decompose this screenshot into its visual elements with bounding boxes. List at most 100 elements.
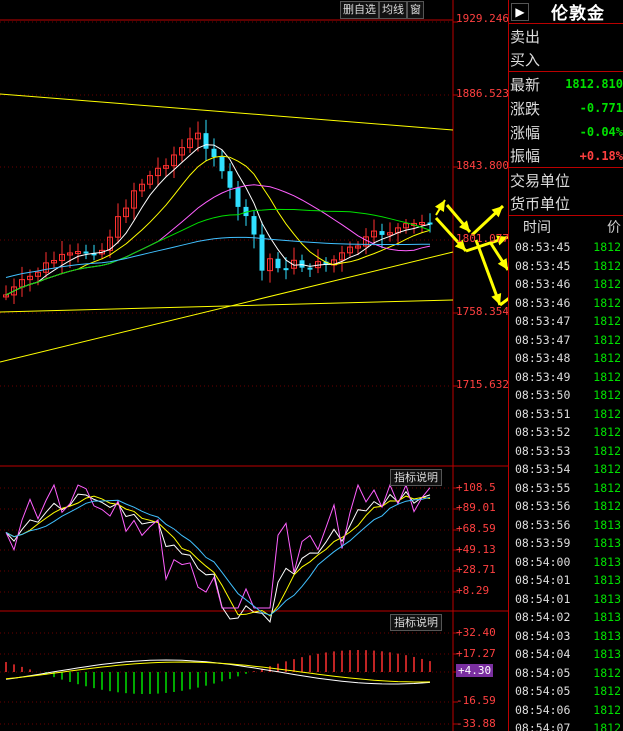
ticks-list[interactable]: 08:53:45 1812 08:53:45 1812 08:53:46 1812 08:5… — [509, 238, 623, 731]
tick-price: 1812 — [593, 388, 621, 403]
price-axis-label: 1801.077 — [456, 232, 509, 245]
tick-price: 1812 — [593, 462, 621, 477]
buy-label: 买入 — [510, 51, 541, 69]
quote-panel-header: ▶ 伦敦金 — [509, 0, 623, 24]
tick-row: 08:54:05 1812 — [509, 682, 623, 701]
indicator2-help-button[interactable]: 指标说明 — [390, 614, 442, 631]
tick-price: 1813 — [593, 591, 621, 606]
tick-row: 08:53:47 1812 — [509, 331, 623, 350]
tick-row: 08:54:01 1813 — [509, 590, 623, 609]
change-label: 涨跌 — [510, 99, 541, 118]
kdj-d-line — [5, 495, 431, 617]
candle-body — [283, 268, 289, 271]
latest-label: 最新 — [510, 75, 541, 94]
candle-body — [251, 216, 257, 235]
sell-row: 卖出 — [509, 24, 623, 48]
candle-body — [235, 187, 241, 207]
ma10-line — [5, 155, 431, 296]
tick-price: 1813 — [593, 628, 621, 643]
indicator2-current-label: +4.30 — [456, 664, 494, 677]
tick-row: 08:54:01 1813 — [509, 571, 623, 590]
tick-time: 08:53:46 — [515, 295, 571, 310]
tick-row: 08:53:47 1812 — [509, 312, 623, 331]
tick-row: 08:53:45 1812 — [509, 238, 623, 257]
tick-row: 08:54:03 1813 — [509, 627, 623, 646]
candle-body — [307, 267, 313, 270]
tick-time: 08:53:48 — [515, 351, 571, 366]
tick-time: 08:53:55 — [515, 480, 571, 495]
play-arrow-icon[interactable]: ▶ — [511, 2, 529, 21]
buy-row: 买入 — [509, 48, 623, 72]
tick-time: 08:54:05 — [515, 665, 571, 680]
tick-row: 08:53:51 1812 — [509, 405, 623, 424]
pct-value: -0.04% — [579, 125, 623, 139]
indicator1-axis-label: +8.29 — [456, 584, 490, 597]
trade-unit-label: 交易单位 — [510, 171, 571, 190]
tick-row: 08:54:04 1813 — [509, 645, 623, 664]
tick-time: 08:53:59 — [515, 536, 571, 551]
chart-area[interactable]: 删自选 均线 窗 1929.246 1886.523 1843.800 1801… — [0, 0, 509, 731]
pct-label: 涨幅 — [510, 123, 541, 142]
ma5-line — [5, 144, 431, 296]
tick-time: 08:54:03 — [515, 628, 571, 643]
latest-value: 1812.810 — [565, 77, 623, 91]
tick-time: 08:53:47 — [515, 332, 571, 347]
tick-time: 08:54:04 — [515, 647, 571, 662]
tick-row: 08:54:06 1812 — [509, 701, 623, 720]
tick-row: 08:54:07 1812 — [509, 719, 623, 731]
tick-time: 08:54:05 — [515, 684, 571, 699]
tick-price: 1813 — [593, 610, 621, 625]
tick-time: 08:53:45 — [515, 258, 571, 273]
candle-body — [83, 251, 89, 254]
tick-price: 1812 — [593, 684, 621, 699]
quote-panel: ▶ 伦敦金 卖出 买入 最新 1812.810 涨跌 -0.771 涨幅 -0.… — [508, 0, 623, 731]
tick-time: 08:53:49 — [515, 369, 571, 384]
tick-row: 08:53:53 1812 — [509, 442, 623, 461]
amp-row: 振幅 +0.18% — [509, 144, 623, 168]
tick-row: 08:53:48 1812 — [509, 349, 623, 368]
ticks-time-header: 时间 — [523, 220, 551, 236]
candle-body — [299, 260, 305, 268]
currency-unit-label: 货币单位 — [510, 195, 571, 213]
indicator1-axis-label: +68.59 — [456, 522, 496, 535]
tick-price: 1813 — [593, 536, 621, 551]
instrument-title: 伦敦金 — [551, 4, 605, 24]
tick-price: 1813 — [593, 517, 621, 532]
tick-time: 08:53:46 — [515, 277, 571, 292]
tick-row: 08:54:00 1813 — [509, 553, 623, 572]
indicator1-help-button[interactable]: 指标说明 — [390, 469, 442, 486]
tick-time: 08:53:56 — [515, 499, 571, 514]
tick-time: 08:54:01 — [515, 573, 571, 588]
tick-price: 1813 — [593, 554, 621, 569]
indicator2-axis-label: +17.27 — [456, 647, 496, 660]
tick-price: 1812 — [593, 499, 621, 514]
price-axis-label: 1715.632 — [456, 378, 509, 391]
candle-body — [275, 258, 281, 269]
price-axis-label: 1843.800 — [456, 159, 509, 172]
tick-row: 08:53:45 1812 — [509, 257, 623, 276]
indicator1-axis-label: +28.71 — [456, 563, 496, 576]
tick-price: 1812 — [593, 406, 621, 421]
price-axis-label: 1758.354 — [456, 305, 509, 318]
tick-price: 1812 — [593, 240, 621, 255]
candle-body — [211, 148, 217, 157]
tick-row: 08:54:05 1812 — [509, 664, 623, 683]
tick-time: 08:54:02 — [515, 610, 571, 625]
window-button[interactable]: 窗 — [407, 1, 424, 19]
tick-price: 1813 — [593, 573, 621, 588]
ma-lines-button[interactable]: 均线 — [379, 1, 407, 19]
tick-price: 1813 — [593, 647, 621, 662]
trendline — [0, 251, 454, 363]
indicator1-axis-label: +49.13 — [456, 543, 496, 556]
amp-value: +0.18% — [579, 148, 623, 163]
delete-favorite-button[interactable]: 删自选 — [340, 1, 379, 19]
ticks-header: 时间 价 — [509, 216, 623, 238]
price-axis-label: 1886.523 — [456, 87, 509, 100]
tick-price: 1812 — [593, 443, 621, 458]
tick-row: 08:53:52 1812 — [509, 423, 623, 442]
tick-time: 08:53:50 — [515, 388, 571, 403]
tick-row: 08:53:56 1812 — [509, 497, 623, 516]
sell-label: 卖出 — [510, 27, 541, 46]
candle-body — [219, 156, 225, 172]
tick-price: 1812 — [593, 277, 621, 292]
